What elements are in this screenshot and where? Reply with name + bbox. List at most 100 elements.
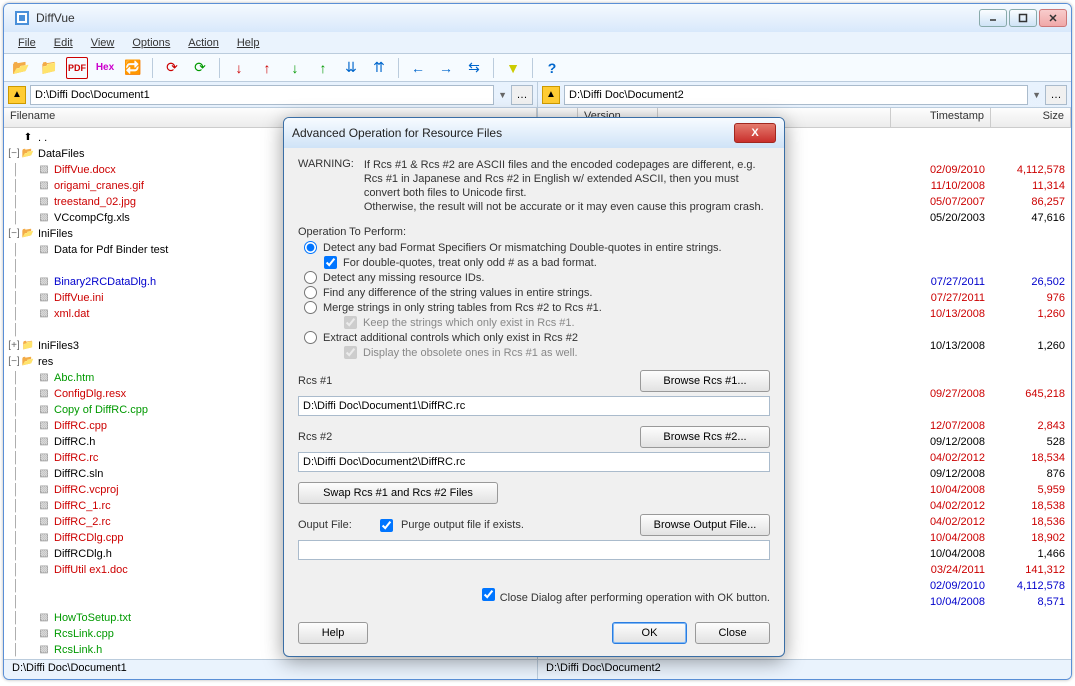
open-folder2-icon[interactable]: 📁 xyxy=(38,57,60,79)
menu-edit[interactable]: Edit xyxy=(46,35,81,51)
minimize-button[interactable] xyxy=(979,9,1007,27)
arrow-left-blue-icon[interactable]: ← xyxy=(407,57,429,79)
hex-icon[interactable]: Hex xyxy=(94,57,116,79)
radio-extract-controls[interactable] xyxy=(304,331,317,344)
file-name: xml.dat xyxy=(54,306,89,322)
browse-right-button[interactable]: … xyxy=(1045,85,1067,105)
output-file-label: Ouput File: xyxy=(298,519,368,531)
arrow-up-green-icon[interactable]: ↑ xyxy=(312,57,334,79)
file-icon: ▧ xyxy=(36,403,52,417)
menu-action[interactable]: Action xyxy=(180,35,227,51)
timestamp-cell xyxy=(891,642,991,658)
browse-output-button[interactable]: Browse Output File... xyxy=(640,514,770,536)
dialog-close-button[interactable]: X xyxy=(734,123,776,143)
rcs1-path-input[interactable] xyxy=(298,396,770,416)
size-cell xyxy=(991,258,1071,274)
arrow-down-green-icon[interactable]: ↓ xyxy=(284,57,306,79)
browse-left-button[interactable]: … xyxy=(511,85,533,105)
timestamp-cell: 07/27/2011 xyxy=(891,274,991,290)
checkbox-double-quotes[interactable] xyxy=(324,256,337,269)
file-name: RcsLink.cpp xyxy=(54,626,114,642)
arrow-right-blue-icon[interactable]: → xyxy=(435,57,457,79)
file-name: Binary2RCDataDlg.h xyxy=(54,274,156,290)
timestamp-cell xyxy=(891,226,991,242)
radio-detect-format[interactable] xyxy=(304,241,317,254)
separator xyxy=(532,58,533,78)
file-icon: ▧ xyxy=(36,611,52,625)
filter-icon[interactable]: ▼ xyxy=(502,57,524,79)
file-icon: ▧ xyxy=(36,387,52,401)
file-name: Copy of DiffRC.cpp xyxy=(54,402,148,418)
menu-options[interactable]: Options xyxy=(124,35,178,51)
path-left[interactable]: D:\Diffi Doc\Document1 xyxy=(30,85,494,105)
col-size[interactable]: Size xyxy=(991,108,1071,127)
radio-merge-strings[interactable] xyxy=(304,301,317,314)
separator xyxy=(219,58,220,78)
refresh-left-icon[interactable]: ⟳ xyxy=(161,57,183,79)
browse-rcs2-button[interactable]: Browse Rcs #2... xyxy=(640,426,770,448)
close-button[interactable] xyxy=(1039,9,1067,27)
timestamp-cell: 10/04/2008 xyxy=(891,594,991,610)
arrows-leftright-blue-icon[interactable]: ⇆ xyxy=(463,57,485,79)
swap-icon[interactable]: 🔁 xyxy=(122,57,144,79)
browse-rcs1-button[interactable]: Browse Rcs #1... xyxy=(640,370,770,392)
dropdown-icon[interactable]: ▼ xyxy=(498,90,507,100)
arrows-down-blue-icon[interactable]: ⇊ xyxy=(340,57,362,79)
dropdown-icon[interactable]: ▼ xyxy=(1032,90,1041,100)
file-name: res xyxy=(38,354,53,370)
timestamp-cell: 05/07/2007 xyxy=(891,194,991,210)
rcs1-label: Rcs #1 xyxy=(298,375,388,387)
file-name: Abc.htm xyxy=(54,370,94,386)
swap-rcs-button[interactable]: Swap Rcs #1 and Rcs #2 Files xyxy=(298,482,498,504)
folder-icon: 📁 xyxy=(20,339,36,353)
radio-missing-ids[interactable] xyxy=(304,271,317,284)
timestamp-cell xyxy=(891,370,991,386)
timestamp-cell: 09/12/2008 xyxy=(891,466,991,482)
dialog-body: WARNING: If Rcs #1 & Rcs #2 are ASCII fi… xyxy=(284,148,784,614)
close-dialog-checkbox[interactable] xyxy=(482,588,495,601)
size-cell: 18,902 xyxy=(991,530,1071,546)
up-folder-left-icon[interactable]: ▲ xyxy=(8,86,26,104)
size-cell: 141,312 xyxy=(991,562,1071,578)
rcs2-path-input[interactable] xyxy=(298,452,770,472)
file-icon: ▧ xyxy=(36,291,52,305)
status-left: D:\Diffi Doc\Document1 xyxy=(4,660,538,679)
arrow-down-red-icon[interactable]: ↓ xyxy=(228,57,250,79)
menu-help[interactable]: Help xyxy=(229,35,268,51)
ok-button[interactable]: OK xyxy=(612,622,687,644)
toolbar: 📂 📁 PDF Hex 🔁 ⟳ ⟳ ↓ ↑ ↓ ↑ ⇊ ⇈ ← → ⇆ ▼ ? xyxy=(4,54,1071,82)
size-cell xyxy=(991,354,1071,370)
purge-output-checkbox[interactable] xyxy=(380,519,393,532)
file-name: IniFiles3 xyxy=(38,338,79,354)
tree-expander-icon[interactable]: [−] xyxy=(8,354,20,370)
timestamp-cell xyxy=(891,626,991,642)
menu-view[interactable]: View xyxy=(83,35,123,51)
radio-find-difference[interactable] xyxy=(304,286,317,299)
menubar: File Edit View Options Action Help xyxy=(4,32,1071,54)
tree-expander-icon[interactable]: [+] xyxy=(8,338,20,354)
help-button[interactable]: Help xyxy=(298,622,368,644)
refresh-right-icon[interactable]: ⟳ xyxy=(189,57,211,79)
size-cell: 4,112,578 xyxy=(991,162,1071,178)
up-folder-right-icon[interactable]: ▲ xyxy=(542,86,560,104)
menu-file[interactable]: File xyxy=(10,35,44,51)
file-icon: ▧ xyxy=(36,451,52,465)
size-cell xyxy=(991,146,1071,162)
maximize-button[interactable] xyxy=(1009,9,1037,27)
output-path-input[interactable] xyxy=(298,540,770,560)
col-timestamp[interactable]: Timestamp xyxy=(891,108,991,127)
file-name: DiffRCDlg.cpp xyxy=(54,530,124,546)
dialog-titlebar[interactable]: Advanced Operation for Resource Files X xyxy=(284,118,784,148)
arrow-up-red-icon[interactable]: ↑ xyxy=(256,57,278,79)
size-cell: 645,218 xyxy=(991,386,1071,402)
close-dialog-button[interactable]: Close xyxy=(695,622,770,644)
size-cell: 18,536 xyxy=(991,514,1071,530)
help-icon[interactable]: ? xyxy=(541,57,563,79)
tree-expander-icon[interactable]: [−] xyxy=(8,226,20,242)
pdf-icon[interactable]: PDF xyxy=(66,57,88,79)
arrows-up-blue-icon[interactable]: ⇈ xyxy=(368,57,390,79)
path-right[interactable]: D:\Diffi Doc\Document2 xyxy=(564,85,1028,105)
dialog-footer: Help OK Close xyxy=(284,614,784,656)
open-folder-icon[interactable]: 📂 xyxy=(10,57,32,79)
tree-expander-icon[interactable]: [−] xyxy=(8,146,20,162)
